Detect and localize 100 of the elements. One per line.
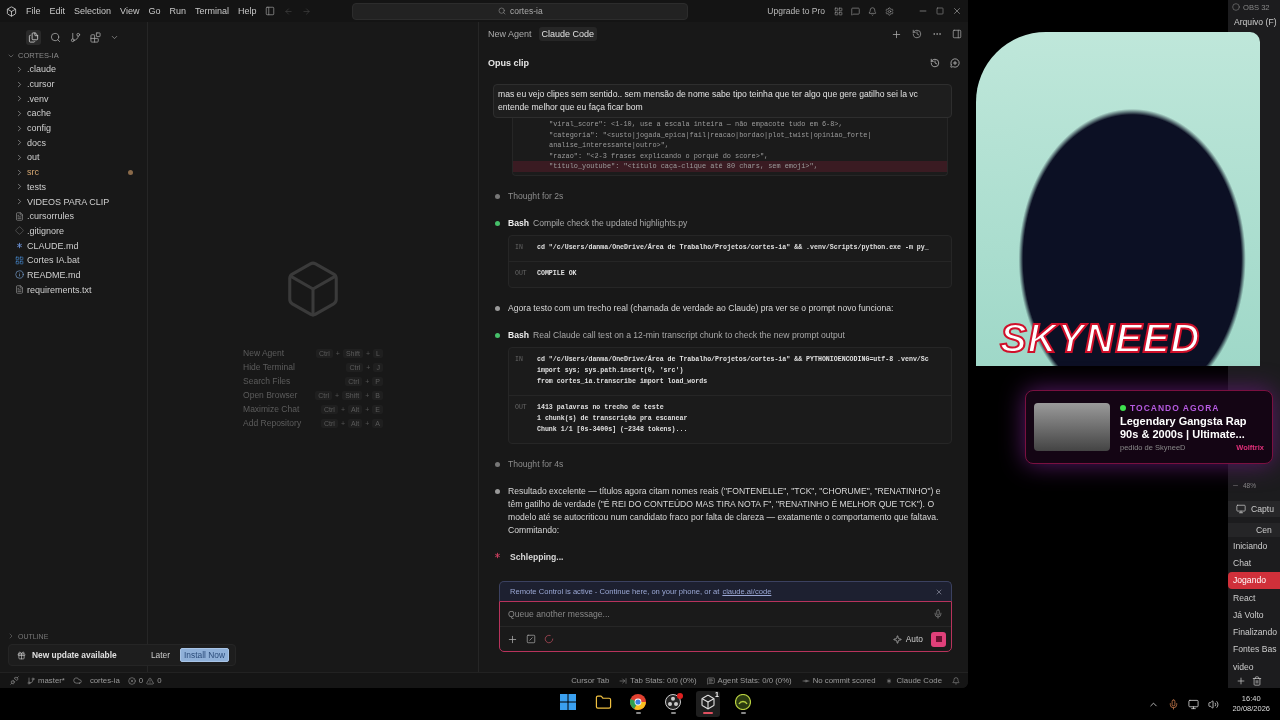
file-name: README.md — [27, 269, 81, 280]
explorer-entry[interactable]: requirements.txt — [0, 282, 147, 297]
menu-item[interactable]: Arquivo (F) — [1228, 14, 1280, 30]
search-field[interactable]: cortes-ia — [352, 2, 689, 20]
scene-item[interactable]: video — [1228, 658, 1280, 676]
gift-icon — [17, 650, 26, 660]
history-icon[interactable] — [912, 29, 922, 39]
step-dot — [495, 461, 500, 467]
diamond-icon — [15, 226, 24, 236]
scene-item[interactable]: Fontes Bas — [1228, 640, 1280, 659]
explorer-entry[interactable]: .gitignore — [0, 223, 147, 239]
thought-text: Thought for 2s — [508, 189, 564, 203]
microphone-icon[interactable] — [1168, 698, 1180, 710]
trash-icon[interactable] — [1252, 676, 1262, 686]
slash-command-icon[interactable] — [526, 634, 536, 644]
menu-item[interactable]: Selection — [74, 6, 112, 16]
file-name: CLAUDE.md — [27, 240, 79, 251]
folder-icon[interactable] — [594, 693, 612, 711]
file-name: tests — [27, 181, 46, 192]
spinner-icon — [544, 634, 554, 644]
close-icon[interactable] — [935, 587, 943, 596]
plus-icon[interactable] — [507, 633, 518, 645]
explorer-folder[interactable]: tests — [0, 179, 147, 195]
now-playing-label: TOCANDO AGORA — [1130, 402, 1220, 413]
install-button[interactable]: Install Now — [180, 648, 229, 662]
tool-description: Compile check the updated highlights.py — [533, 217, 688, 228]
explorer-entry[interactable]: Cortes IA.bat — [0, 252, 147, 268]
cube-icon[interactable] — [700, 694, 716, 710]
layout-icon[interactable] — [834, 6, 843, 16]
network-icon[interactable] — [1188, 698, 1200, 710]
close-icon[interactable] — [952, 6, 962, 16]
remote-icon[interactable] — [10, 676, 19, 685]
menu-item[interactable]: Edit — [49, 6, 66, 16]
scene-item[interactable]: Iniciando — [1228, 537, 1280, 555]
explorer-folder[interactable]: VIDEOS PARA CLIP — [0, 194, 147, 209]
explorer-folder[interactable]: out — [0, 150, 147, 165]
search-icon[interactable] — [50, 31, 61, 43]
later-button[interactable]: Later — [146, 650, 175, 660]
explorer-folder[interactable]: config — [0, 120, 147, 136]
cloud-icon[interactable] — [72, 676, 82, 685]
tool-name: Bash — [508, 217, 529, 228]
success-dot — [495, 220, 500, 226]
obs-logo-icon[interactable] — [665, 694, 681, 710]
explorer-folder[interactable]: docs — [0, 135, 147, 151]
sidebar-toggle-icon[interactable] — [265, 6, 276, 16]
new-chat-icon[interactable] — [950, 58, 960, 68]
success-dot — [495, 332, 500, 338]
source-item[interactable]: Captu — [1228, 501, 1280, 517]
browser-icon[interactable] — [630, 694, 646, 710]
settings-icon[interactable] — [885, 6, 894, 16]
explorer-tab[interactable] — [26, 29, 41, 45]
maximize-icon[interactable] — [936, 7, 944, 15]
tool-name: Bash — [508, 329, 529, 340]
upgrade-link[interactable]: Upgrade to Pro — [767, 6, 825, 16]
bell-icon[interactable] — [952, 676, 960, 685]
explorer-folder[interactable]: src — [0, 164, 147, 180]
menu-item[interactable]: Terminal — [194, 6, 229, 16]
explorer-folder[interactable]: cache — [0, 106, 147, 121]
scene-item[interactable]: Já Volto — [1228, 606, 1280, 624]
scene-item[interactable]: Jogando — [1228, 571, 1280, 589]
explorer-folder[interactable]: .cursor — [0, 76, 147, 92]
stop-button[interactable] — [931, 631, 946, 647]
menu-item[interactable]: Go — [148, 6, 161, 16]
file-lines-icon — [15, 285, 24, 295]
menu-item[interactable]: Help — [237, 6, 257, 16]
explorer-entry[interactable]: .cursorrules — [0, 208, 147, 224]
menu-item[interactable]: View — [120, 6, 140, 16]
sparkle-icon — [892, 634, 902, 644]
extensions-icon[interactable] — [90, 31, 101, 43]
explorer-folder[interactable]: .venv — [0, 91, 147, 107]
menu-item[interactable]: Run — [169, 6, 186, 16]
mode-selector[interactable]: Auto — [892, 634, 923, 644]
menu-item[interactable]: File — [26, 6, 41, 16]
chevron-right-icon — [7, 632, 15, 640]
source-control-icon[interactable] — [70, 31, 81, 43]
chat-tab[interactable]: New Agent — [485, 27, 535, 41]
panel-icon[interactable] — [952, 29, 962, 39]
microphone-icon[interactable] — [933, 609, 943, 619]
scene-item[interactable]: React — [1228, 588, 1280, 607]
gauge-app-icon[interactable] — [735, 694, 751, 710]
plus-icon[interactable] — [1236, 676, 1246, 686]
plus-icon[interactable] — [891, 28, 902, 40]
status-text: Schlepping... — [510, 550, 564, 564]
scenes-header: Cen — [1228, 523, 1280, 537]
assistant-message: Resultado excelente — títulos agora citam nomes reais ("FONTENELLE", "TCK", "CHORUME", "RENATINHO") e têm gatilho de verdade ("É REI DO CONTEÚDO MAS TIRA NOTA F", "RENATINHO É MELHOR QUE TCK"). O modelo até se autocriticou num candidato fraco por falta de clareza — exatamente o comportamento que faltava. Commitando: — [508, 484, 942, 537]
message-input[interactable]: Queue another message... — [508, 609, 933, 619]
history-icon[interactable] — [930, 58, 940, 68]
file-name: cache — [27, 108, 52, 119]
chat-icon[interactable] — [851, 6, 860, 16]
scene-item[interactable]: Finalizando — [1228, 623, 1280, 641]
volume-icon[interactable] — [1208, 698, 1220, 710]
explorer-folder[interactable]: .claude — [0, 62, 147, 77]
explorer-entry[interactable]: README.md — [0, 267, 147, 283]
scene-item[interactable]: Chat — [1228, 554, 1280, 572]
chat-tab[interactable]: Claude Code — [538, 27, 598, 41]
explorer-entry[interactable]: CLAUDE.md — [0, 238, 147, 253]
bell-icon[interactable] — [868, 6, 877, 16]
asterisk-icon — [885, 676, 894, 685]
windows-logo-icon[interactable] — [560, 694, 576, 710]
user-message: mas eu vejo clipes sem sentido.. sem mensão de nome sabe tipo teinha que ter algo que gere gatilho sei la vc entende melhor que eu faça ficar bom — [493, 84, 952, 118]
